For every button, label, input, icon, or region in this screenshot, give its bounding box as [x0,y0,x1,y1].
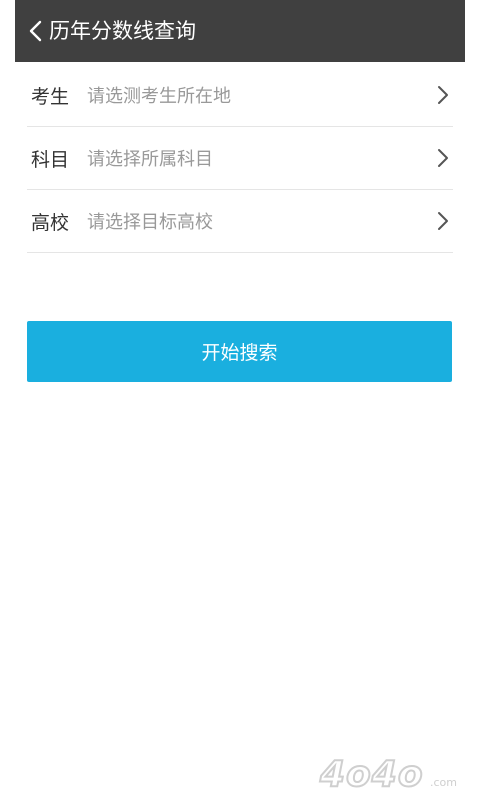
subject-placeholder: 请选择所属科目 [87,149,213,170]
row-label: 高校 [31,211,70,234]
svg-text:4o4o: 4o4o [319,754,424,794]
candidate-location-placeholder: 请选测考生所在地 [87,86,231,107]
watermark-logo: 4o4o .com [318,748,468,794]
app-screen: 历年分数线查询 考生 请选测考生所在地 科目 请选择所属科目 高校 请选择目标高… [15,0,465,800]
row-label: 科目 [31,148,70,171]
row-label: 考生 [31,85,70,108]
chevron-right-icon [433,209,453,233]
candidate-location-row[interactable]: 考生 请选测考生所在地 [27,64,453,127]
page-title: 历年分数线查询 [49,19,196,43]
chevron-right-icon [433,146,453,170]
back-button[interactable] [21,14,47,48]
header-bar: 历年分数线查询 [15,0,465,62]
svg-text:.com: .com [430,776,457,789]
start-search-button[interactable]: 开始搜索 [27,321,452,382]
university-row[interactable]: 高校 请选择目标高校 [27,190,453,253]
university-placeholder: 请选择目标高校 [87,212,213,233]
subject-row[interactable]: 科目 请选择所属科目 [27,127,453,190]
search-form: 考生 请选测考生所在地 科目 请选择所属科目 高校 请选择目标高校 [27,64,453,253]
chevron-right-icon [433,83,453,107]
chevron-left-icon [29,20,42,42]
